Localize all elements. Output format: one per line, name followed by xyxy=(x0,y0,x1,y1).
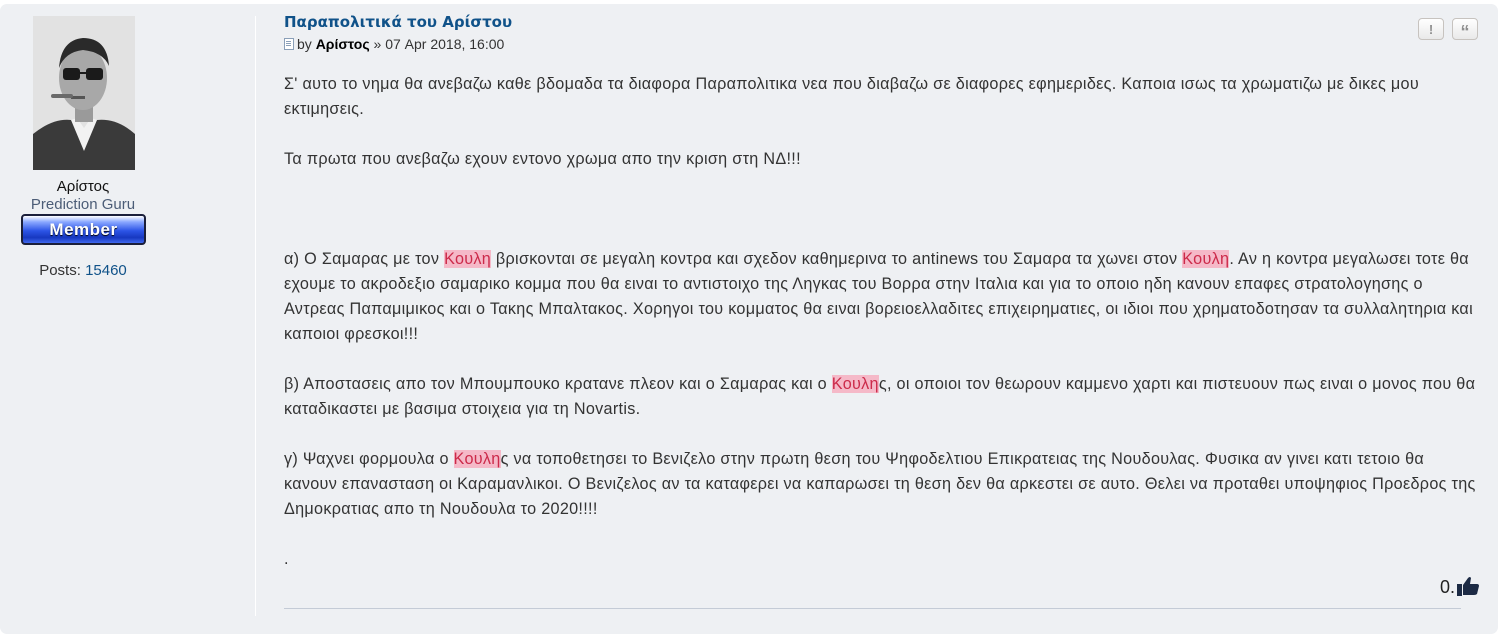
profile-divider xyxy=(255,16,256,616)
paragraph-b: β) Αποστασεις απο τον Μπουμπουκο κρατανε… xyxy=(284,375,1476,418)
posts-count-line: Posts: 15460 xyxy=(0,262,166,279)
username[interactable]: Αρίστος xyxy=(0,178,166,195)
post-title-link[interactable]: Παραπολιτικά του Αρίστου xyxy=(284,13,512,31)
rank-badge: Member xyxy=(21,214,146,245)
post-date: 07 Apr 2018, 16:00 xyxy=(385,36,505,52)
rank-title: Prediction Guru xyxy=(30,196,136,213)
paragraph-intro: Σ' αυτο το νημα θα ανεβαζω καθε βδομαδα … xyxy=(284,75,1419,118)
paragraph-c: γ) Ψαχνει φορμουλα ο Κουλης να τοποθετησ… xyxy=(284,450,1476,518)
like-count: 0 xyxy=(1440,577,1451,597)
post-content: Σ' αυτο το νημα θα ανεβαζω καθε βδομαδα … xyxy=(284,72,1479,572)
post-author-line: by Αρίστος » 07 Apr 2018, 16:00 xyxy=(284,36,504,52)
paragraph-nd-crisis: Τα πρωτα που ανεβαζω εχουν εντονο χρωμα … xyxy=(284,150,801,168)
post-document-icon[interactable] xyxy=(284,38,294,50)
by-label: by xyxy=(297,36,312,52)
posts-label: Posts: xyxy=(39,262,81,279)
search-highlight: Κουλη xyxy=(444,250,492,268)
forum-post: Αρίστος Prediction Guru Member Posts: 15… xyxy=(0,4,1498,634)
search-highlight: Κουλη xyxy=(453,450,501,468)
author-link[interactable]: Αρίστος xyxy=(316,36,370,52)
author-separator: » xyxy=(373,36,382,52)
search-highlight: Κουλη xyxy=(831,375,879,393)
posts-count-link[interactable]: 15460 xyxy=(85,262,127,279)
report-button[interactable]: ! xyxy=(1418,18,1444,40)
paragraph-a: α) Ο Σαμαρας με τον Κουλη βρισκονται σε … xyxy=(284,250,1473,343)
paragraph-dot: . xyxy=(284,550,289,568)
post-bottom-divider xyxy=(284,608,1461,609)
search-highlight: Κουλη xyxy=(1182,250,1230,268)
avatar[interactable] xyxy=(33,16,135,170)
quote-button[interactable]: “ xyxy=(1452,18,1478,42)
like-area: 0. xyxy=(1440,576,1480,601)
like-suffix: . xyxy=(1450,577,1456,597)
thumbs-up-icon[interactable] xyxy=(1457,576,1480,601)
